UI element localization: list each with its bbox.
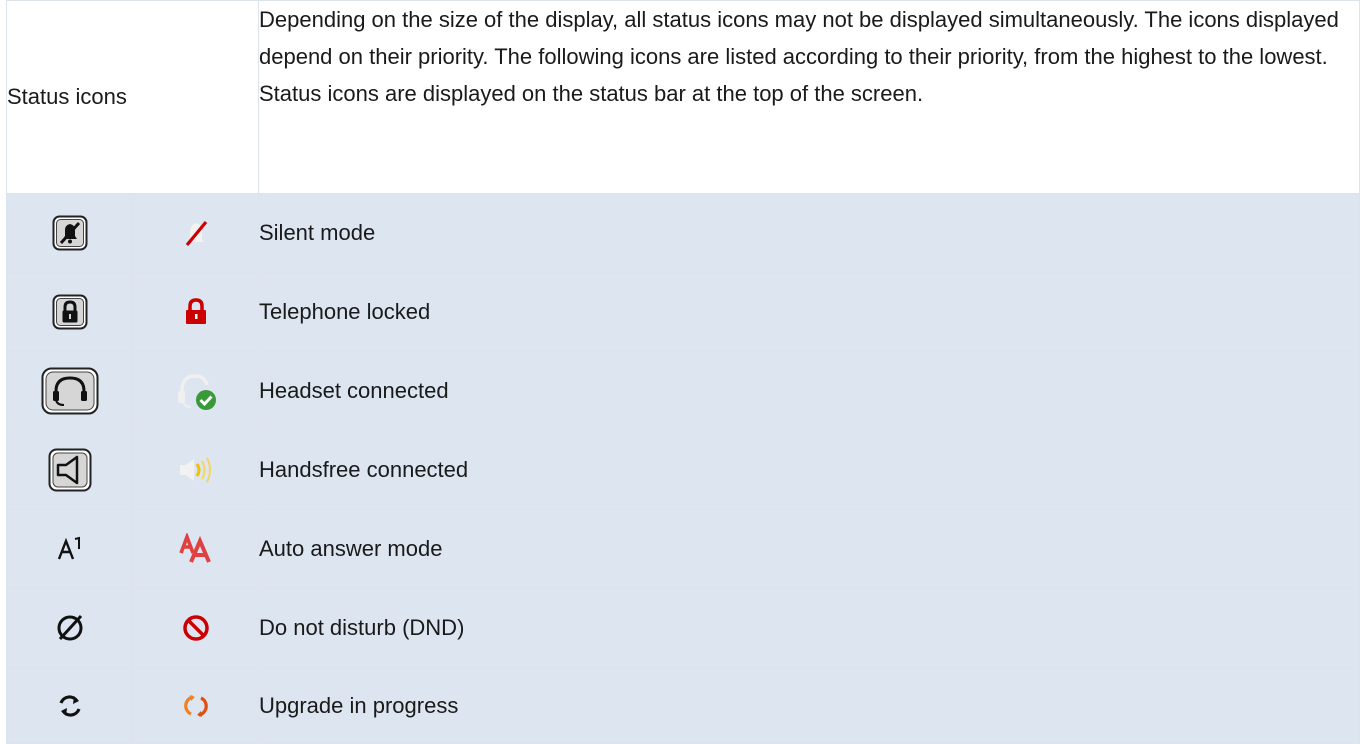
icon-label: Telephone locked <box>258 272 1360 352</box>
mono-icon-cell <box>6 430 133 510</box>
color-icon-cell <box>132 272 259 352</box>
dnd-red-icon <box>182 615 209 641</box>
color-icon-cell <box>132 667 259 744</box>
status-icons-table: Status icons Depending on the size of th… <box>6 0 1360 744</box>
table-row: Silent mode <box>6 193 1360 273</box>
color-icon-cell <box>132 509 259 589</box>
mono-icon-cell <box>6 351 133 431</box>
color-icon-cell <box>132 193 259 273</box>
table-row: Telephone locked <box>6 272 1360 352</box>
icon-label: Handsfree connected <box>258 430 1360 510</box>
silent-mode-red-icon <box>185 220 207 247</box>
silent-mode-icon <box>52 215 87 251</box>
speaker-yellow-icon <box>179 457 211 483</box>
table-row: Auto answer mode <box>6 509 1360 589</box>
description-paragraph: Status icons are displayed on the status… <box>259 81 924 106</box>
status-icons-description: Depending on the size of the display, al… <box>258 0 1360 194</box>
table-row: Handsfree connected <box>6 430 1360 510</box>
icon-label: Upgrade in progress <box>258 667 1360 744</box>
upgrade-orange-icon <box>183 694 208 717</box>
icon-label: Do not disturb (DND) <box>258 588 1360 668</box>
mono-icon-cell <box>6 272 133 352</box>
mono-icon-cell <box>6 509 133 589</box>
auto-answer-icon <box>57 536 80 560</box>
speaker-icon <box>48 448 91 492</box>
headset-icon <box>41 367 98 415</box>
mono-icon-cell <box>6 667 133 744</box>
table-header-row: Status icons Depending on the size of th… <box>6 0 1360 194</box>
icon-label: Auto answer mode <box>258 509 1360 589</box>
table-row: Do not disturb (DND) <box>6 588 1360 668</box>
description-paragraph: Depending on the size of the display, al… <box>259 7 1339 69</box>
lock-red-icon <box>185 298 206 324</box>
mono-icon-cell <box>6 193 133 273</box>
dnd-icon <box>57 614 82 641</box>
status-icons-heading: Status icons <box>6 0 259 194</box>
table-row: Headset connected <box>6 351 1360 431</box>
upgrade-icon <box>58 694 81 717</box>
icon-label: Silent mode <box>258 193 1360 273</box>
mono-icon-cell <box>6 588 133 668</box>
lock-icon <box>52 294 87 330</box>
auto-answer-red-icon <box>178 533 211 563</box>
color-icon-cell <box>132 351 259 431</box>
color-icon-cell <box>132 430 259 510</box>
table-row: Upgrade in progress <box>6 667 1360 744</box>
color-icon-cell <box>132 588 259 668</box>
icon-label: Headset connected <box>258 351 1360 431</box>
headset-connected-icon <box>177 374 216 410</box>
